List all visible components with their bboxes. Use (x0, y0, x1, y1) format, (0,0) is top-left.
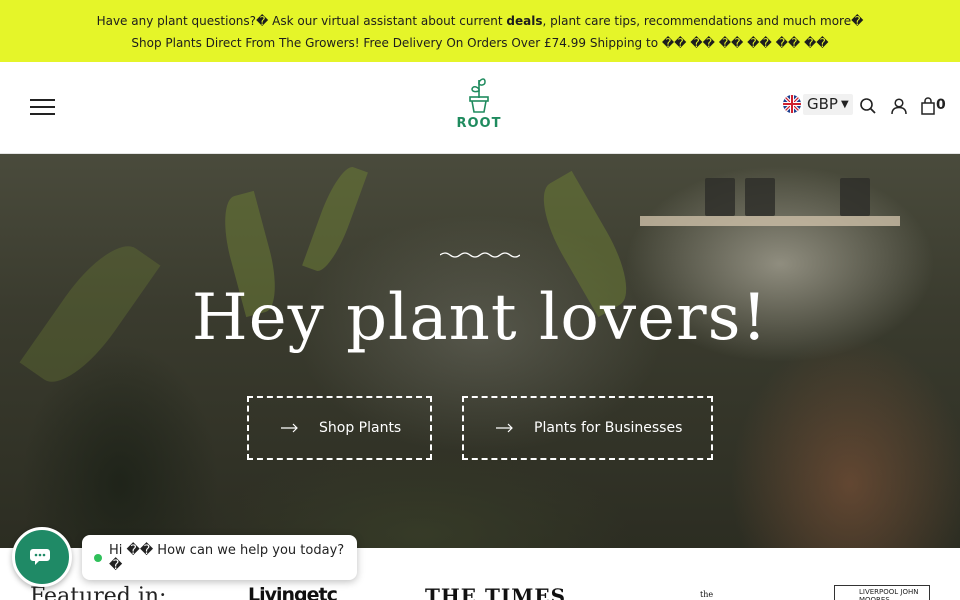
featured-label: Featured in: (30, 584, 167, 600)
wave-divider-icon (440, 252, 520, 258)
currency-dropdown[interactable]: GBP ▼ (803, 93, 853, 115)
chevron-down-icon: ▼ (840, 98, 849, 110)
icon-placeholder: � (851, 14, 864, 28)
logo-text: ROOT (456, 116, 502, 131)
site-header: ROOT GBP ▼ 0 (0, 62, 960, 154)
uk-flag-icon (783, 95, 801, 113)
announcement-line-2: Shop Plants Direct From The Growers! Fre… (131, 36, 829, 50)
arrow-right-icon (281, 423, 299, 433)
hero-background-shelf (640, 216, 900, 226)
plants-for-businesses-button[interactable]: Plants for Businesses (462, 396, 713, 460)
hero-title: Hey plant lovers! (191, 281, 769, 355)
press-logo-ljmu: LIVERPOOL JOHN MOORES (834, 585, 930, 600)
arrow-right-icon (496, 423, 514, 433)
chat-launcher-button[interactable] (12, 527, 72, 587)
currency-selector[interactable]: GBP ▼ (783, 93, 853, 115)
cart-count[interactable]: 0 (936, 97, 946, 113)
hero-banner: Hey plant lovers! Shop Plants Plants for… (0, 154, 960, 548)
online-status-dot (94, 553, 102, 562)
chat-greeting-bubble[interactable]: Hi �� How can we help you today? � (82, 535, 357, 580)
shipping-flags: �� �� �� �� �� �� (661, 36, 829, 50)
site-logo[interactable]: ROOT (452, 76, 506, 138)
chat-icon (30, 549, 50, 565)
press-logo-livingetc: Livingetc (248, 584, 338, 600)
shop-plants-button[interactable]: Shop Plants (247, 396, 432, 460)
chat-greeting-text: Hi �� How can we help you today? � (109, 542, 345, 573)
plant-logo (469, 78, 489, 113)
press-logo-the-times: THE TIMES (425, 584, 567, 600)
announcement-line-1: Have any plant questions?� Ask our virtu… (96, 14, 864, 28)
user-icon[interactable] (890, 97, 908, 115)
menu-icon[interactable] (30, 98, 56, 116)
icon-placeholder: � (256, 14, 269, 28)
deals-link[interactable]: deals (506, 14, 542, 28)
press-logo-small: the (700, 590, 714, 599)
announcement-bar: Have any plant questions?� Ask our virtu… (0, 0, 960, 62)
search-icon[interactable] (859, 97, 877, 115)
